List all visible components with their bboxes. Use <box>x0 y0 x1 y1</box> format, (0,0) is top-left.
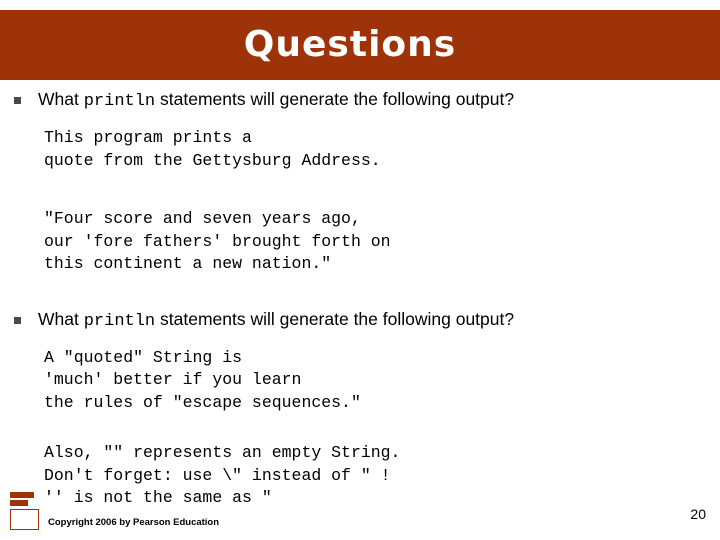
output-block-2b: Also, "" represents an empty String. Don… <box>44 443 401 507</box>
square-bullet-icon <box>14 97 21 104</box>
logo-bar-top <box>10 492 34 498</box>
bullet-1-text-after: statements will generate the following o… <box>155 89 515 109</box>
footer-logo-mark <box>10 492 40 530</box>
bullet-item-1: What println statements will generate th… <box>0 88 720 113</box>
page-number: 20 <box>690 506 706 522</box>
bullet-2-text: What println statements will generate th… <box>38 308 720 333</box>
slide-body: What println statements will generate th… <box>0 80 720 510</box>
bullet-1-code-word: println <box>83 92 156 111</box>
bullet-2-text-after: statements will generate the following o… <box>155 308 515 329</box>
logo-bar-mid <box>10 500 28 506</box>
bullet-1-text: What println statements will generate th… <box>38 88 720 113</box>
logo-box <box>10 509 39 530</box>
title-banner: Questions <box>0 10 720 80</box>
output-block-1b: "Four score and seven years ago, our 'fo… <box>44 209 391 273</box>
bullet-item-2: What println statements will generate th… <box>0 308 720 333</box>
bullet-1-text-before: What <box>38 89 84 109</box>
bullet-2-text-before: What <box>38 308 84 329</box>
square-bullet-icon <box>14 316 21 324</box>
copyright-text: Copyright 2006 by Pearson Education <box>48 517 220 528</box>
output-block-2a: A "quoted" String is 'much' better if yo… <box>44 347 361 412</box>
page-title: Questions <box>243 24 457 65</box>
slide: Questions What println statements will g… <box>0 0 720 540</box>
output-block-1a: This program prints a quote from the Get… <box>44 128 381 170</box>
bullet-2-code-word: println <box>83 311 156 331</box>
